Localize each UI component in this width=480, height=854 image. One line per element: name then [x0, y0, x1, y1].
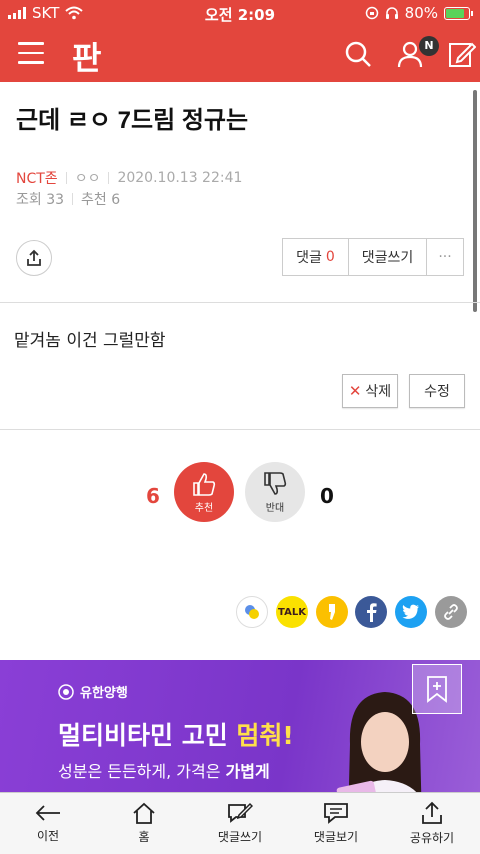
twitter-icon[interactable]: [395, 596, 427, 628]
post-body: 맡겨놈 이건 그럴만함: [14, 331, 166, 351]
view-comments-icon: [324, 803, 348, 824]
nickname: ㅇㅇ: [74, 171, 101, 187]
facebook-icon[interactable]: [355, 596, 387, 628]
close-icon: ✕: [348, 382, 362, 400]
headphones-icon: [385, 7, 398, 19]
ad-brand: 유한양행: [58, 682, 128, 701]
battery-icon: [444, 6, 473, 20]
band-icon[interactable]: [236, 596, 268, 628]
share-icon: [422, 801, 442, 824]
upvote-button[interactable]: 추천: [174, 462, 234, 522]
comment-label: 댓글: [296, 250, 322, 266]
tab-back-label: 이전: [36, 829, 60, 843]
scrollbar[interactable]: [473, 90, 477, 312]
views-count: 조회 33: [16, 192, 65, 208]
ad-subheadline: 성분은 든든하게, 가격은 가볍게: [58, 758, 270, 782]
ad-brand-label: 유한양행: [80, 686, 128, 701]
downvote-label: 반대: [265, 502, 285, 514]
delete-label: 삭제: [365, 384, 392, 400]
tab-home-label: 홈: [138, 830, 150, 844]
recommend-count: 추천 6: [81, 192, 121, 208]
share-icon: [27, 249, 41, 266]
ad-sub-b: 가볍게: [225, 762, 270, 781]
kakaostory-icon[interactable]: [316, 596, 348, 628]
brand-logo-icon: [58, 683, 74, 700]
downvote-count: 0: [320, 484, 334, 508]
edit-button[interactable]: 수정: [409, 374, 465, 408]
kakaotalk-icon[interactable]: TALK: [276, 596, 308, 628]
ad-sub-a: 성분은 든든하게, 가격은: [58, 762, 226, 781]
write-post-icon[interactable]: [448, 40, 476, 68]
tab-share[interactable]: 공유하기: [384, 793, 480, 854]
status-bar: SKT 오전 2:09 80%: [0, 0, 480, 28]
menu-icon[interactable]: [18, 42, 44, 64]
divider: [0, 429, 480, 430]
notification-badge: N: [419, 36, 439, 56]
delete-button[interactable]: ✕ 삭제: [342, 374, 398, 408]
thumbs-down-icon: [264, 471, 287, 495]
logo[interactable]: 판: [72, 33, 101, 79]
back-arrow-icon: [35, 805, 60, 821]
ad-headline-plain: 멀티비타민 고민: [58, 721, 237, 750]
ad-headline-emphasis: 멈춰!: [236, 721, 294, 750]
upvote-count: 6: [146, 484, 160, 508]
link-icon[interactable]: [435, 596, 467, 628]
downvote-button[interactable]: 반대: [245, 462, 305, 522]
post-title: 근데 ㄹㅇ 7드림 정규는: [16, 107, 249, 134]
tab-write-comment-label: 댓글쓰기: [217, 830, 263, 844]
tab-back[interactable]: 이전: [0, 793, 96, 854]
post-stats: 조회 33 추천 6: [16, 189, 120, 209]
bottom-tab-bar: 이전 홈 댓글쓰기 댓글보기 공유하기: [0, 792, 480, 854]
comment-count-button[interactable]: 댓글 0: [283, 239, 349, 275]
tab-view-comments-label: 댓글보기: [313, 830, 359, 844]
home-icon: [133, 802, 155, 824]
tab-write-comment[interactable]: 댓글쓰기: [192, 793, 288, 854]
write-comment-button[interactable]: 댓글쓰기: [349, 239, 427, 275]
bookmark-button[interactable]: [412, 664, 462, 714]
more-button[interactable]: ···: [427, 239, 463, 275]
upvote-label: 추천: [194, 502, 214, 514]
ad-headline: 멀티비타민 고민 멈춰!: [58, 716, 294, 752]
app-bar: 판 N: [0, 28, 480, 82]
thumbs-up-icon: [193, 472, 216, 496]
bookmark-add-icon: [427, 676, 447, 703]
lock-rotation-icon: [365, 6, 378, 20]
post-meta: NCT존 ㅇㅇ 2020.10.13 22:41: [16, 168, 242, 188]
battery-percent: 80%: [404, 4, 438, 22]
share-button[interactable]: [16, 240, 52, 276]
comment-button-group: 댓글 0 댓글쓰기 ···: [282, 238, 464, 276]
post-datetime: 2020.10.13 22:41: [117, 170, 243, 186]
comment-count: 0: [325, 249, 335, 265]
author-link[interactable]: NCT존: [16, 168, 58, 188]
search-icon[interactable]: [344, 40, 372, 68]
tab-home[interactable]: 홈: [96, 793, 192, 854]
ad-banner[interactable]: 유한양행 멀티비타민 고민 멈춰! 성분은 든든하게, 가격은 가볍게: [0, 660, 480, 792]
write-comment-icon: [228, 802, 253, 823]
tab-share-label: 공유하기: [409, 831, 455, 845]
tab-view-comments[interactable]: 댓글보기: [288, 793, 384, 854]
divider: [0, 302, 480, 303]
